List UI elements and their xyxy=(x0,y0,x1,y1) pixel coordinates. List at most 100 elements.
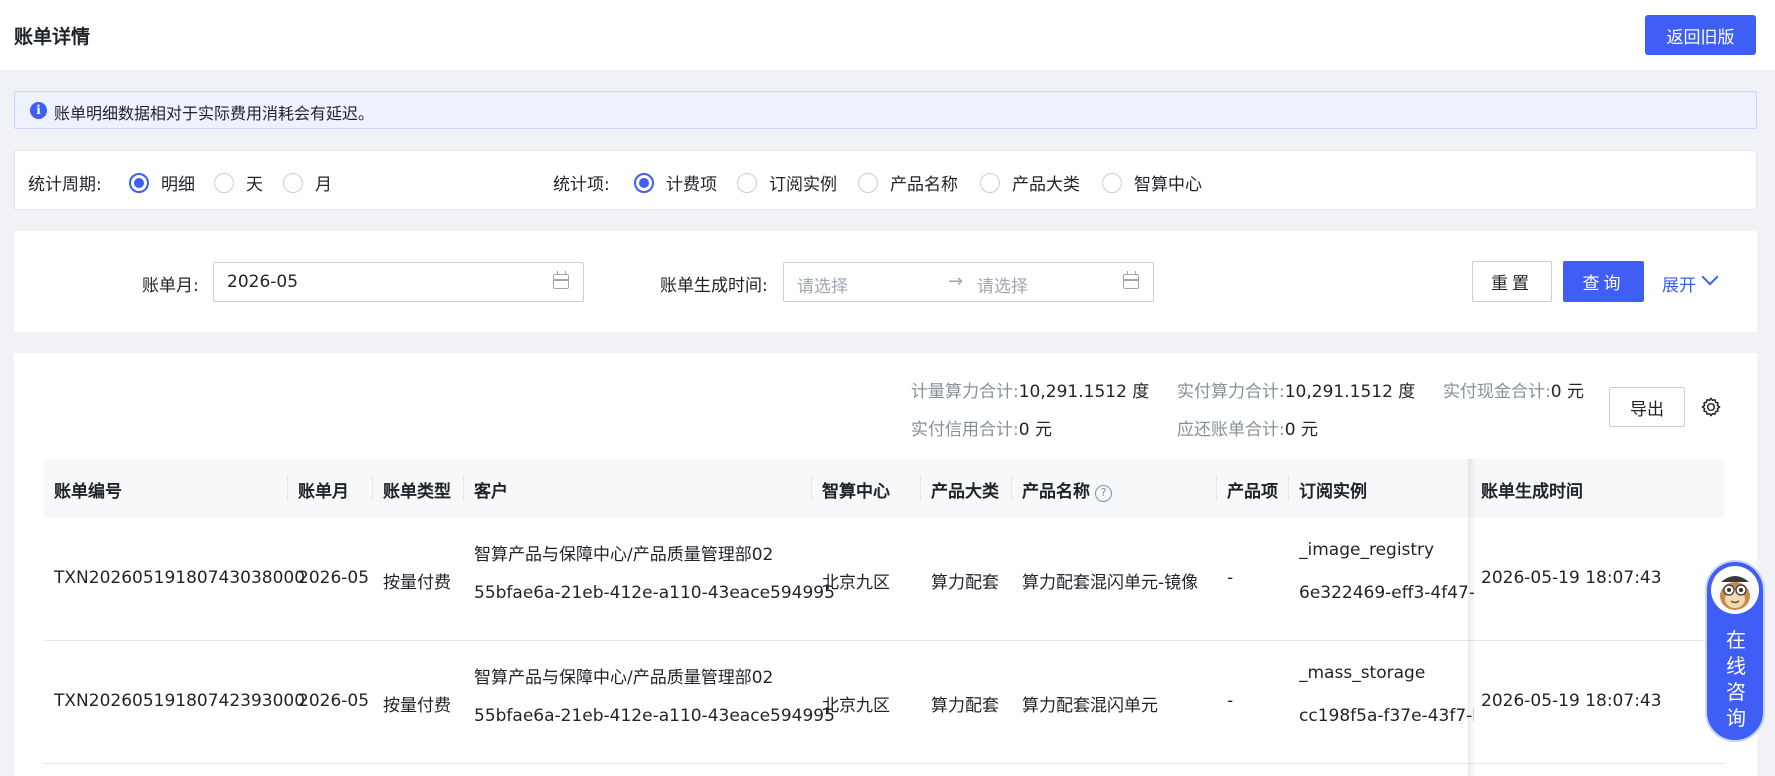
chevron-down-icon[interactable] xyxy=(1701,268,1719,286)
bill-month-value: 2026-05 xyxy=(227,272,299,292)
period-label: 统计周期: xyxy=(28,175,102,195)
online-consult-button[interactable]: 在线咨询 xyxy=(1705,560,1765,742)
cell-product-category: 算力配套 xyxy=(931,696,999,716)
paid-credit-total: 实付信用合计:0 元 xyxy=(911,415,1052,440)
cell-instance-name: _mass_storage xyxy=(1299,663,1426,683)
statistics-options-bar: 统计周期: 明细 天 月 统计项: 计费项 订阅实例 产品名称 产品大类 智算中… xyxy=(14,150,1757,210)
cell-bill-no: TXN20260519180742393000 xyxy=(54,691,306,711)
cell-bill-gen-time: 2026-05-19 18:07:43 xyxy=(1481,691,1662,711)
expand-link[interactable]: 展开 xyxy=(1662,271,1696,296)
cell-product-category: 算力配套 xyxy=(931,573,999,593)
cell-instance-name: _image_registry xyxy=(1299,540,1435,560)
cell-bill-type: 按量付费 xyxy=(383,573,451,593)
column-divider xyxy=(811,475,812,501)
cell-customer-id: 55bfae6a-21eb-412e-a110-43eace594995 xyxy=(474,706,835,726)
cell-bill-no: TXN20260519180743038000 xyxy=(54,568,306,588)
radio-dot[interactable] xyxy=(214,172,234,193)
column-divider xyxy=(1288,475,1289,501)
radio-dot[interactable] xyxy=(129,172,149,193)
col-bill-no: 账单编号 xyxy=(54,482,122,502)
notice-text: 账单明细数据相对于实际费用消耗会有延迟。 xyxy=(54,104,375,123)
cell-compute-center: 北京九区 xyxy=(822,573,890,593)
bill-gen-time-range-picker[interactable]: 请选择 → 请选择 xyxy=(783,262,1154,302)
bill-gen-time-label: 账单生成时间: xyxy=(660,276,768,296)
repayable-bill-total: 应还账单合计:0 元 xyxy=(1177,415,1318,440)
summary-value: 0 元 xyxy=(1018,420,1052,440)
cell-bill-month: 2026-05 xyxy=(298,568,370,588)
radio-dot[interactable] xyxy=(858,172,878,193)
radio-label: 月 xyxy=(315,175,332,195)
query-button[interactable]: 查询 xyxy=(1563,261,1644,302)
cell-product-item: - xyxy=(1227,568,1234,588)
col-compute-center: 智算中心 xyxy=(822,482,890,502)
column-divider xyxy=(1216,475,1217,501)
radio-dot[interactable] xyxy=(1102,172,1122,193)
return-old-version-button[interactable]: 返回旧版 xyxy=(1645,15,1756,55)
radio-label: 订阅实例 xyxy=(769,175,837,195)
range-arrow-icon: → xyxy=(948,271,964,292)
col-product-category: 产品大类 xyxy=(931,482,999,502)
fixed-gen-time-column: 2026-05-19 18:07:43 2026-05-19 18:07:43 xyxy=(1474,459,1724,776)
delay-notice: i 账单明细数据相对于实际费用消耗会有延迟。 xyxy=(14,91,1757,129)
calendar-icon[interactable] xyxy=(1123,271,1139,289)
cell-instance-id: cc198f5a-f37e-43f7-b xyxy=(1299,706,1474,726)
period-radio-day[interactable]: 天 xyxy=(214,170,263,195)
metered-power-total: 计量算力合计:10,291.1512 度 xyxy=(911,377,1149,402)
col-subscription-instance: 订阅实例 xyxy=(1299,482,1367,502)
column-divider xyxy=(287,475,288,501)
summary-label: 应还账单合计: xyxy=(1177,420,1285,440)
period-radio-detail[interactable]: 明细 xyxy=(129,170,195,195)
stat-radio-compute-center[interactable]: 智算中心 xyxy=(1102,170,1202,195)
col-product-name-label: 产品名称 xyxy=(1022,482,1090,502)
cell-instance-id: 6e322469-eff3-4f47-9 xyxy=(1299,583,1474,603)
cell-bill-month: 2026-05 xyxy=(298,691,370,711)
cell-product-item: - xyxy=(1227,691,1234,711)
radio-dot[interactable] xyxy=(980,172,1000,193)
page-title: 账单详情 xyxy=(14,26,91,48)
radio-label: 产品名称 xyxy=(890,175,958,195)
stat-radio-subscription[interactable]: 订阅实例 xyxy=(737,170,837,195)
filter-panel: 账单月: 2026-05 账单生成时间: 请选择 → 请选择 重置 查询 展开 xyxy=(14,231,1757,332)
reset-button[interactable]: 重置 xyxy=(1472,261,1552,302)
radio-dot[interactable] xyxy=(737,172,757,193)
stat-radio-product-category[interactable]: 产品大类 xyxy=(980,170,1080,195)
question-mark-icon[interactable]: ? xyxy=(1095,485,1112,502)
summary-label: 实付算力合计: xyxy=(1177,382,1285,402)
summary-label: 实付现金合计: xyxy=(1443,382,1551,402)
col-product-item: 产品项 xyxy=(1227,482,1278,502)
column-divider xyxy=(920,475,921,501)
cell-product-name: 算力配套混闪单元 xyxy=(1022,696,1158,716)
column-divider xyxy=(463,475,464,501)
stat-radio-product-name[interactable]: 产品名称 xyxy=(858,170,958,195)
online-consult-label: 在线咨询 xyxy=(1726,628,1746,730)
summary-label: 计量算力合计: xyxy=(911,382,1019,402)
summary-value: 0 元 xyxy=(1284,420,1318,440)
cell-customer-name: 智算产品与保障中心/产品质量管理部02 xyxy=(474,545,774,565)
end-date-input[interactable]: 请选择 xyxy=(977,272,1028,297)
paid-power-total: 实付算力合计:10,291.1512 度 xyxy=(1177,377,1415,402)
column-divider xyxy=(372,475,373,501)
summary-label: 实付信用合计: xyxy=(911,420,1019,440)
radio-dot[interactable] xyxy=(634,172,654,193)
radio-label: 计费项 xyxy=(666,175,717,195)
bill-month-picker[interactable]: 2026-05 xyxy=(213,262,584,302)
radio-label: 产品大类 xyxy=(1012,175,1080,195)
stat-item-label: 统计项: xyxy=(553,175,610,195)
mascot-icon xyxy=(1711,566,1759,614)
cell-customer-name: 智算产品与保障中心/产品质量管理部02 xyxy=(474,668,774,688)
cell-product-name: 算力配套混闪单元-镜像 xyxy=(1022,573,1199,593)
start-date-input[interactable]: 请选择 xyxy=(797,272,848,297)
summary-value: 0 元 xyxy=(1550,382,1584,402)
period-radio-month[interactable]: 月 xyxy=(283,170,332,195)
bill-data-panel: 计量算力合计:10,291.1512 度 实付算力合计:10,291.1512 … xyxy=(14,353,1757,776)
calendar-icon[interactable] xyxy=(553,271,569,289)
stat-radio-billing-item[interactable]: 计费项 xyxy=(634,170,717,195)
info-icon: i xyxy=(30,102,47,119)
radio-dot[interactable] xyxy=(283,172,303,193)
export-button[interactable]: 导出 xyxy=(1609,387,1685,427)
gear-icon[interactable] xyxy=(1700,396,1722,418)
col-bill-type: 账单类型 xyxy=(383,482,451,502)
bill-month-label: 账单月: xyxy=(142,276,199,296)
cell-bill-gen-time: 2026-05-19 18:07:43 xyxy=(1481,568,1662,588)
top-bar: 账单详情 返回旧版 xyxy=(0,0,1775,70)
